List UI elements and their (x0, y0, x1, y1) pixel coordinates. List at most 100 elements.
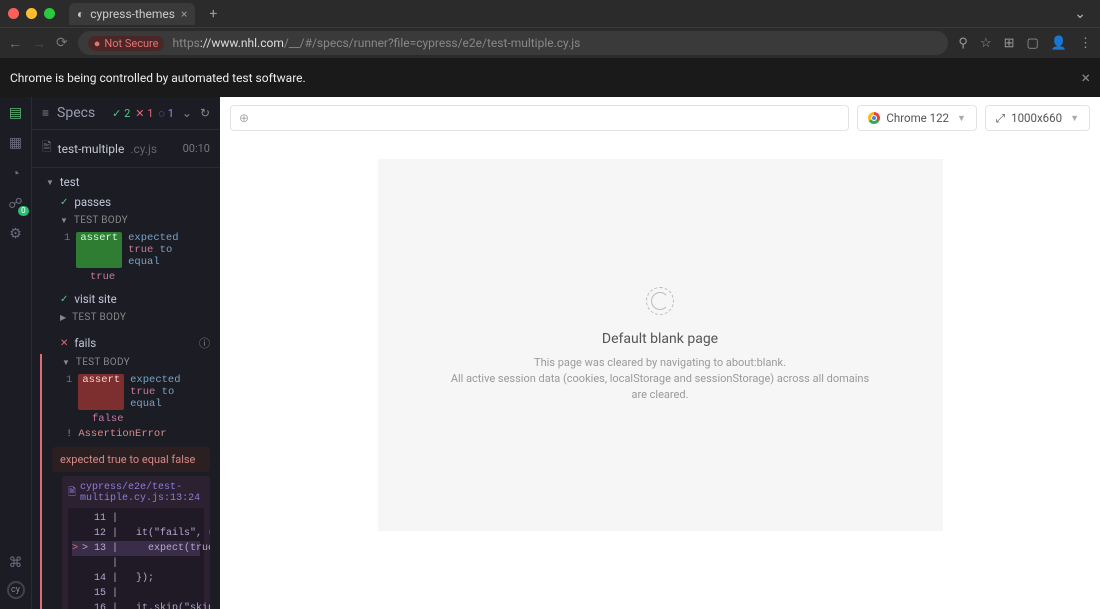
check-icon: ✓ (60, 294, 68, 305)
pass-count: ✓ 2 (112, 107, 130, 120)
blank-subtitle: This page was cleared by navigating to a… (450, 355, 870, 403)
specs-header: ≡ Specs ✓ 2 ✕ 1 ◌ 1 ⌄ ↻ (32, 97, 220, 130)
command-assert-pass[interactable]: 1 assert expected true to equal (32, 229, 220, 271)
chevron-down-icon[interactable]: ⌄ (182, 106, 192, 120)
minimize-window[interactable] (26, 8, 37, 19)
error-row[interactable]: ! AssertionError (42, 425, 220, 443)
forward-icon[interactable]: → (32, 35, 46, 52)
new-tab-button[interactable]: + (209, 6, 217, 22)
test-tree: ▼ test ✓ passes ▼ TEST BODY 1 assert exp… (32, 168, 220, 609)
test-body-toggle[interactable]: ▶ TEST BODY (32, 309, 220, 326)
suite-title: test (60, 175, 80, 189)
back-icon[interactable]: ← (8, 35, 22, 52)
cypress-app: ▤ ▦ ◔ ☍0 ⚙ ⌘ cy ≡ Specs ✓ 2 ✕ 1 ◌ 1 ⌄ ↻ … (0, 97, 1100, 609)
profile-icon[interactable]: 👤 (1051, 36, 1067, 51)
test-body-toggle[interactable]: ▼ TEST BODY (32, 212, 220, 229)
cmd-text: expected true to equal (128, 232, 210, 268)
address-bar[interactable]: ● Not Secure https://www.nhl.com/__/#/sp… (78, 31, 949, 55)
fail-count: ✕ 1 (135, 107, 153, 120)
test-title: fails (74, 336, 96, 350)
assert-pill: assert (78, 374, 124, 410)
error-name: AssertionError (78, 428, 166, 440)
badge: 0 (18, 206, 29, 216)
aut-header: ⊕ Chrome 122 ▼ ⤢ 1000x660 ▼ (220, 97, 1100, 139)
tab-overflow-icon[interactable]: ⌄ (1068, 6, 1092, 22)
info-icon[interactable]: ⓘ (199, 335, 210, 351)
settings-nav-icon[interactable]: ⚙ (9, 226, 22, 242)
browser-tab[interactable]: ◐ cypress-themes × (69, 3, 195, 25)
test-fails[interactable]: ✕ fails ⓘ (32, 332, 220, 354)
aut-url-input[interactable]: ⊕ (230, 105, 849, 131)
maximize-window[interactable] (44, 8, 55, 19)
aut-iframe: Default blank page This page was cleared… (378, 159, 943, 531)
cypress-logo-icon[interactable]: cy (7, 581, 25, 599)
browser-label: Chrome 122 (886, 111, 949, 125)
test-stats: ✓ 2 ✕ 1 ◌ 1 (112, 107, 174, 120)
file-icon: 🖹 (42, 138, 52, 159)
test-body-toggle[interactable]: ▼ TEST BODY (42, 354, 220, 371)
spec-duration: 00:10 (183, 142, 210, 155)
zoom-icon[interactable]: ⚲ (958, 36, 968, 51)
close-window[interactable] (8, 8, 19, 19)
caret-down-icon[interactable]: ▼ (62, 358, 70, 367)
assert-pill: assert (76, 232, 122, 268)
viewport-selector[interactable]: ⤢ 1000x660 ▼ (985, 105, 1090, 131)
org-nav-icon[interactable]: ☍0 (8, 196, 22, 212)
spec-file-ext: .cy.js (130, 142, 157, 156)
aut-panel: ⊕ Chrome 122 ▼ ⤢ 1000x660 ▼ Default blan… (220, 97, 1100, 609)
keyboard-icon[interactable]: ⌘ (9, 555, 23, 571)
specs-title: Specs (57, 105, 95, 121)
test-visit-site[interactable]: ✓ visit site (32, 289, 220, 309)
open-file-icon: 🗎 (68, 485, 76, 502)
automation-banner: Chrome is being controlled by automated … (0, 58, 1100, 97)
runs-nav-icon[interactable]: ▦ (9, 135, 22, 151)
test-body-label: TEST BODY (76, 357, 130, 368)
browser-tab-strip: ◐ cypress-themes × + ⌄ (0, 0, 1100, 28)
url-text: https://www.nhl.com/__/#/specs/runner?fi… (172, 36, 580, 50)
viewport-label: 1000x660 (1011, 111, 1062, 125)
cmd-text: expected true to equal (130, 374, 210, 410)
side-rail: ▤ ▦ ◔ ☍0 ⚙ ⌘ cy (0, 97, 32, 609)
rerun-icon[interactable]: ↻ (200, 106, 210, 120)
bookmark-icon[interactable]: ☆ (980, 36, 992, 51)
specs-nav-icon[interactable]: ▤ (9, 105, 22, 121)
close-tab-icon[interactable]: × (181, 7, 187, 21)
banner-text: Chrome is being controlled by automated … (10, 71, 306, 85)
command-assert-fail[interactable]: 1 assert expected true to equal (42, 371, 220, 413)
test-passes[interactable]: ✓ passes (32, 192, 220, 212)
tab-title: cypress-themes (90, 7, 175, 21)
suite-node[interactable]: ▼ test (32, 172, 220, 192)
browser-selector[interactable]: Chrome 122 ▼ (857, 105, 977, 131)
cmd-value: true (32, 271, 220, 283)
code-file-link[interactable]: 🗎 cypress/e2e/test-multiple.cy.js:13:24 (68, 482, 204, 504)
close-icon[interactable]: × (1081, 68, 1090, 87)
toolbar-actions: ⚲ ☆ ⊞ ▢ 👤 ⋮ (958, 36, 1092, 51)
debug-nav-icon[interactable]: ◔ (11, 165, 19, 182)
check-icon: ✓ (60, 197, 68, 208)
target-icon: ⊕ (239, 111, 249, 125)
skip-count: ◌ 1 (158, 107, 173, 120)
reload-icon[interactable]: ⟳ (56, 35, 68, 51)
error-message: expected true to equal false (52, 447, 210, 472)
code-lines: 11 | 12 | it("fails", () => { >> 13 | ex… (68, 508, 204, 609)
cmd-value: false (42, 413, 220, 425)
extensions-icon[interactable]: ⊞ (1004, 36, 1015, 51)
collapse-icon[interactable]: ≡ (42, 106, 49, 120)
cmd-number: 1 (66, 374, 72, 410)
cross-icon: ✕ (60, 338, 68, 349)
window-controls (8, 8, 55, 19)
panel-icon[interactable]: ▢ (1027, 36, 1039, 51)
caret-down-icon[interactable]: ▼ (60, 216, 68, 225)
reporter-panel: ≡ Specs ✓ 2 ✕ 1 ◌ 1 ⌄ ↻ 🖹 test-multiple.… (32, 97, 220, 609)
spec-file-header[interactable]: 🖹 test-multiple.cy.js 00:10 (32, 130, 220, 168)
test-body-label: TEST BODY (74, 215, 128, 226)
warning-icon: ● (94, 37, 101, 50)
caret-right-icon[interactable]: ▶ (60, 313, 66, 322)
test-title: visit site (74, 292, 116, 306)
caret-down-icon[interactable]: ▼ (46, 178, 54, 187)
browser-menu-icon[interactable]: ⋮ (1079, 36, 1092, 51)
chevron-down-icon: ▼ (1070, 113, 1079, 124)
error-bang-icon: ! (66, 428, 72, 440)
not-secure-badge[interactable]: ● Not Secure (88, 36, 165, 51)
chevron-down-icon: ▼ (957, 113, 966, 124)
